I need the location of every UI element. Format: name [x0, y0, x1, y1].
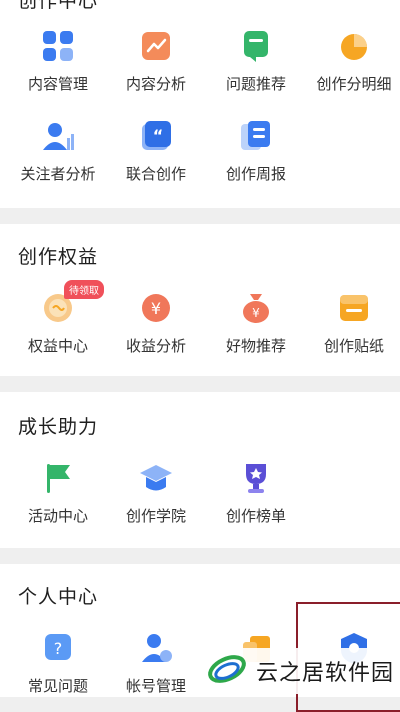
menu-item-label: 问题推荐: [225, 75, 286, 93]
menu-item-sticker[interactable]: 创作贴纸: [304, 290, 400, 356]
pending-badge: 待领取: [64, 280, 104, 299]
section-rights: 创作权益 待领取 权益中心 ¥ 收益分析 ¥ 好物推荐 创作贴纸: [0, 224, 400, 376]
menu-item-rights-center[interactable]: 待领取 权益中心: [8, 280, 108, 356]
help-icon: ?: [40, 630, 76, 666]
menu-item-label: 创作学院: [125, 507, 186, 525]
rights-icon: 待领取: [40, 280, 104, 326]
menu-item-label: 收益分析: [125, 337, 186, 355]
account-icon: [138, 630, 174, 666]
menu-item-creation-ranking[interactable]: 创作榜单: [206, 460, 306, 526]
section-creation: 创作中心 内容管理 内容分析 问题推荐 创作分明细 关注者分析 “ 联合创作 创…: [0, 0, 400, 208]
menu-item-content-analysis[interactable]: 内容分析: [106, 28, 206, 94]
flag-icon: [40, 460, 76, 496]
menu-item-label: 联合创作: [125, 165, 186, 183]
menu-item-label: 权益中心: [27, 337, 88, 355]
menu-item-income-analysis[interactable]: ¥ 收益分析: [106, 290, 206, 356]
svg-text:“: “: [153, 126, 164, 145]
pie-icon: [336, 28, 372, 64]
menu-item-label: 内容分析: [125, 75, 186, 93]
trophy-icon: [238, 460, 274, 496]
watermark: 云之居软件园: [206, 648, 400, 694]
report-icon: [238, 118, 274, 154]
menu-item-weekly-report[interactable]: 创作周报: [206, 118, 306, 184]
section-title-growth: 成长助力: [18, 416, 99, 438]
yuan-icon: ¥: [138, 290, 174, 326]
money-bag-icon: ¥: [238, 290, 274, 326]
section-title-personal: 个人中心: [18, 586, 99, 608]
grid-icon: [40, 28, 76, 64]
menu-item-goods-recommend[interactable]: ¥ 好物推荐: [206, 290, 306, 356]
chart-icon: [138, 28, 174, 64]
menu-item-label: 创作周报: [225, 165, 286, 183]
menu-item-creation-detail[interactable]: 创作分明细: [304, 28, 400, 94]
menu-item-account-manage[interactable]: 帐号管理: [106, 630, 206, 696]
menu-item-question-recommend[interactable]: 问题推荐: [206, 28, 306, 94]
menu-item-label: 创作榜单: [225, 507, 286, 525]
menu-item-creation-academy[interactable]: 创作学院: [106, 460, 206, 526]
menu-item-follower-analysis[interactable]: 关注者分析: [8, 118, 108, 184]
watermark-logo-icon: [206, 648, 248, 694]
menu-item-faq[interactable]: ? 常见问题: [8, 630, 108, 696]
section-title-rights: 创作权益: [18, 246, 99, 268]
menu-item-label: 创作贴纸: [323, 337, 384, 355]
menu-item-label: 常见问题: [27, 677, 88, 695]
section-growth: 成长助力 活动中心 创作学院 创作榜单: [0, 392, 400, 548]
svg-text:?: ?: [54, 639, 63, 658]
menu-item-label: 帐号管理: [125, 677, 186, 695]
follower-icon: [40, 118, 76, 154]
menu-item-content-manage[interactable]: 内容管理: [8, 28, 108, 94]
graduation-cap-icon: [138, 460, 174, 496]
sticker-icon: [336, 290, 372, 326]
menu-item-label: 内容管理: [27, 75, 88, 93]
svg-text:¥: ¥: [252, 306, 260, 320]
section-title-creation: 创作中心: [18, 0, 99, 12]
menu-item-label: 活动中心: [27, 507, 88, 525]
quote-icon: “: [138, 118, 174, 154]
question-card-icon: [238, 28, 274, 64]
menu-item-joint-creation[interactable]: “ 联合创作: [106, 118, 206, 184]
watermark-text: 云之居软件园: [256, 661, 395, 686]
menu-item-label: 关注者分析: [20, 165, 96, 183]
menu-item-label: 创作分明细: [316, 75, 392, 93]
svg-text:¥: ¥: [151, 299, 161, 318]
menu-item-label: 好物推荐: [225, 337, 286, 355]
menu-item-activity-center[interactable]: 活动中心: [8, 460, 108, 526]
